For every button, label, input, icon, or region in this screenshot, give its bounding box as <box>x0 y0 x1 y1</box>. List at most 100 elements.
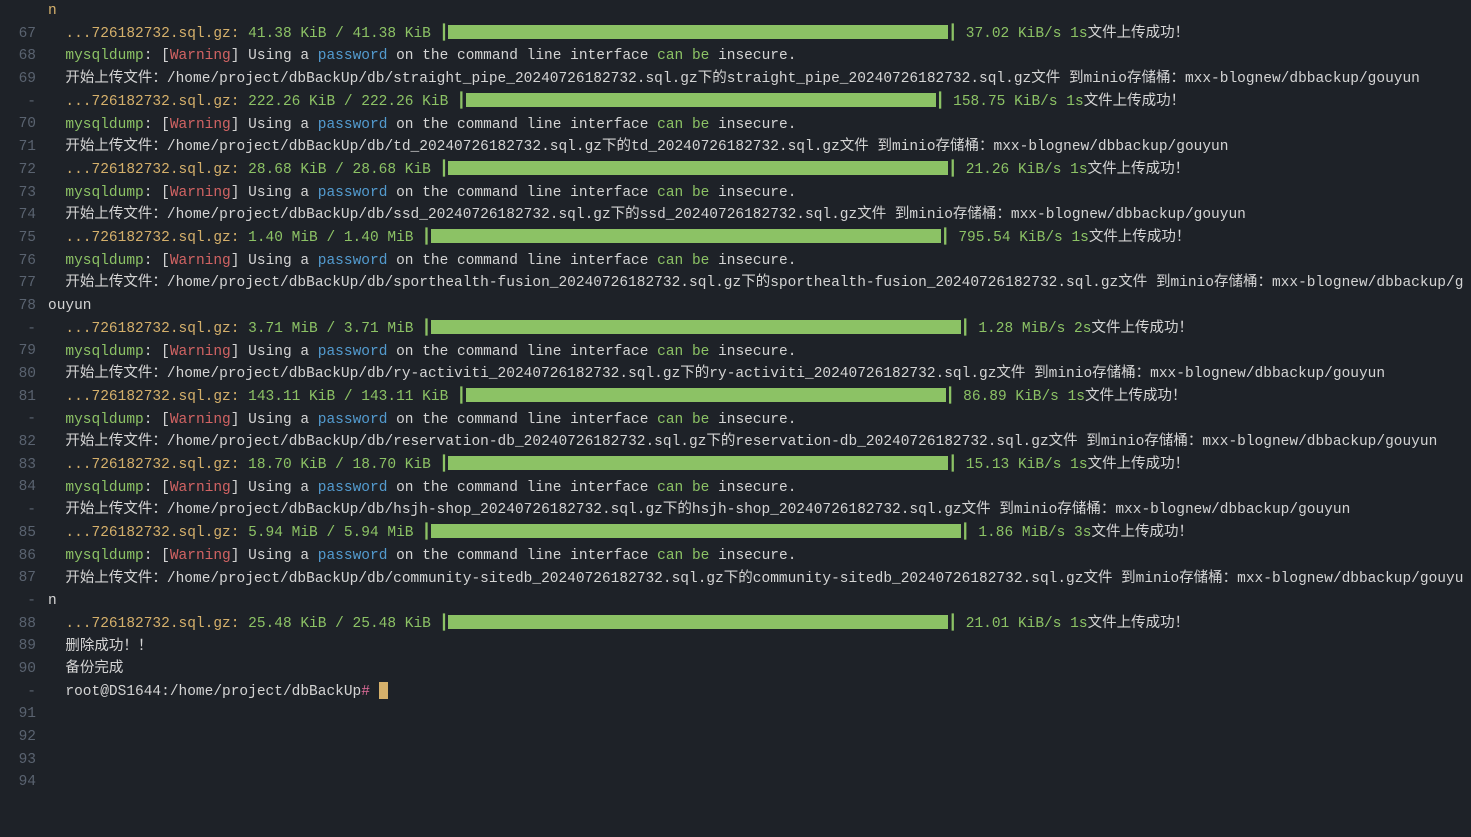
text-segment: 文件上传成功！ <box>1088 26 1190 42</box>
progress-bar <box>431 320 961 334</box>
text-segment: 文件上传成功！ <box>1088 616 1190 632</box>
text-segment: mysqldump <box>48 548 144 564</box>
progress-bar <box>448 456 948 470</box>
text-segment: : [ <box>144 48 170 64</box>
text-segment: ] Using a <box>231 344 318 360</box>
text-segment: ┃ <box>961 321 970 337</box>
terminal-line: mysqldump: [Warning] Using a password on… <box>48 409 1471 432</box>
text-segment: password <box>318 412 388 428</box>
terminal-line: ...726182732.sql.gz: 1.40 MiB / 1.40 MiB… <box>48 227 1471 250</box>
text-segment: 1.40 MiB / 1.40 MiB <box>248 230 413 246</box>
text-segment: ...726182732.sql.gz: <box>48 26 248 42</box>
text-segment: : [ <box>144 412 170 428</box>
text-segment: can be <box>657 344 709 360</box>
text-segment: 1.28 MiB/s 2s <box>970 321 1092 337</box>
text-segment: Warning <box>170 253 231 269</box>
terminal-line: root@DS1644:/home/project/dbBackUp# <box>48 681 1471 704</box>
progress-bar <box>448 161 948 175</box>
text-segment: password <box>318 117 388 133</box>
line-number: 77 <box>0 272 36 295</box>
line-number: 88 <box>0 613 36 636</box>
text-segment: ...726182732.sql.gz: <box>48 321 248 337</box>
text-segment: ┃ <box>961 525 970 541</box>
text-segment: 备份完成 <box>48 661 123 677</box>
line-number: 84 <box>0 476 36 499</box>
terminal-line: 删除成功！！ <box>48 636 1471 659</box>
terminal-output[interactable]: n ...726182732.sql.gz: 41.38 KiB / 41.38… <box>42 0 1471 794</box>
text-segment: can be <box>657 48 709 64</box>
terminal-line: ...726182732.sql.gz: 5.94 MiB / 5.94 MiB… <box>48 522 1471 545</box>
terminal-line: 开始上传文件：/home/project/dbBackUp/db/straigh… <box>48 68 1471 91</box>
text-segment: ] Using a <box>231 480 318 496</box>
terminal-line: mysqldump: [Warning] Using a password on… <box>48 250 1471 273</box>
terminal-line: 开始上传文件：/home/project/dbBackUp/db/ssd_202… <box>48 204 1471 227</box>
text-segment: 21.01 KiB/s 1s <box>957 616 1088 632</box>
text-segment: 86.89 KiB/s 1s <box>954 389 1085 405</box>
text-segment: ┃ <box>431 616 448 632</box>
text-segment: mysqldump <box>48 185 144 201</box>
terminal-line: mysqldump: [Warning] Using a password on… <box>48 545 1471 568</box>
line-number: 83 <box>0 454 36 477</box>
line-number: 92 <box>0 726 36 749</box>
text-segment: on the command line interface <box>387 480 657 496</box>
line-number: 70 <box>0 113 36 136</box>
text-segment: insecure. <box>709 185 796 201</box>
line-number: 79 <box>0 340 36 363</box>
line-number: 72 <box>0 159 36 182</box>
text-segment: can be <box>657 548 709 564</box>
text-segment: 文件上传成功！ <box>1088 457 1190 473</box>
line-number: 78 <box>0 295 36 318</box>
terminal-line: mysqldump: [Warning] Using a password on… <box>48 182 1471 205</box>
text-segment: password <box>318 48 388 64</box>
text-segment: ┃ <box>948 26 957 42</box>
text-segment: mysqldump <box>48 344 144 360</box>
terminal-line: 开始上传文件：/home/project/dbBackUp/db/communi… <box>48 568 1471 613</box>
text-segment: insecure. <box>709 253 796 269</box>
terminal-line: 备份完成 <box>48 658 1471 681</box>
text-segment: ┃ <box>948 162 957 178</box>
text-segment: 文件上传成功！ <box>1088 162 1190 178</box>
text-segment: ] Using a <box>231 548 318 564</box>
text-segment: on the command line interface <box>387 412 657 428</box>
text-segment: : [ <box>144 548 170 564</box>
text-segment: can be <box>657 253 709 269</box>
text-segment: can be <box>657 117 709 133</box>
text-segment: 18.70 KiB / 18.70 KiB <box>248 457 431 473</box>
terminal-line: 开始上传文件：/home/project/dbBackUp/db/sporthe… <box>48 272 1471 317</box>
text-segment: ┃ <box>413 525 430 541</box>
line-number: 82 <box>0 431 36 454</box>
line-number: 69 <box>0 68 36 91</box>
terminal-line: ...726182732.sql.gz: 143.11 KiB / 143.11… <box>48 386 1471 409</box>
text-segment: can be <box>657 412 709 428</box>
text-segment: 15.13 KiB/s 1s <box>957 457 1088 473</box>
line-number: 85 <box>0 522 36 545</box>
text-segment: insecure. <box>709 412 796 428</box>
line-number: 76 <box>0 250 36 273</box>
terminal-line: ...726182732.sql.gz: 25.48 KiB / 25.48 K… <box>48 613 1471 636</box>
terminal-line: ...726182732.sql.gz: 222.26 KiB / 222.26… <box>48 91 1471 114</box>
text-segment: 开始上传文件：/home/project/dbBackUp/db/td_2024… <box>48 139 1228 155</box>
text-segment: 25.48 KiB / 25.48 KiB <box>248 616 431 632</box>
text-segment: on the command line interface <box>387 253 657 269</box>
terminal-line: 开始上传文件：/home/project/dbBackUp/db/td_2024… <box>48 136 1471 159</box>
text-segment: 开始上传文件：/home/project/dbBackUp/db/reserva… <box>48 434 1437 450</box>
text-segment: can be <box>657 480 709 496</box>
progress-bar <box>431 229 941 243</box>
text-segment: ┃ <box>448 389 465 405</box>
text-segment: ...726182732.sql.gz: <box>48 230 248 246</box>
line-number: 93 <box>0 749 36 772</box>
terminal-line: n <box>48 0 1471 23</box>
progress-bar <box>448 25 948 39</box>
line-number: 73 <box>0 182 36 205</box>
text-segment: 文件上传成功！ <box>1084 94 1186 110</box>
text-segment: ┃ <box>431 162 448 178</box>
text-segment: ┃ <box>413 230 430 246</box>
text-segment: : [ <box>144 480 170 496</box>
line-number: - <box>0 681 36 704</box>
text-segment: on the command line interface <box>387 185 657 201</box>
text-segment: ] Using a <box>231 48 318 64</box>
line-number: 81 <box>0 386 36 409</box>
text-segment: 开始上传文件：/home/project/dbBackUp/db/ry-acti… <box>48 366 1385 382</box>
progress-bar <box>466 93 936 107</box>
text-segment: 删除成功！！ <box>48 639 152 655</box>
